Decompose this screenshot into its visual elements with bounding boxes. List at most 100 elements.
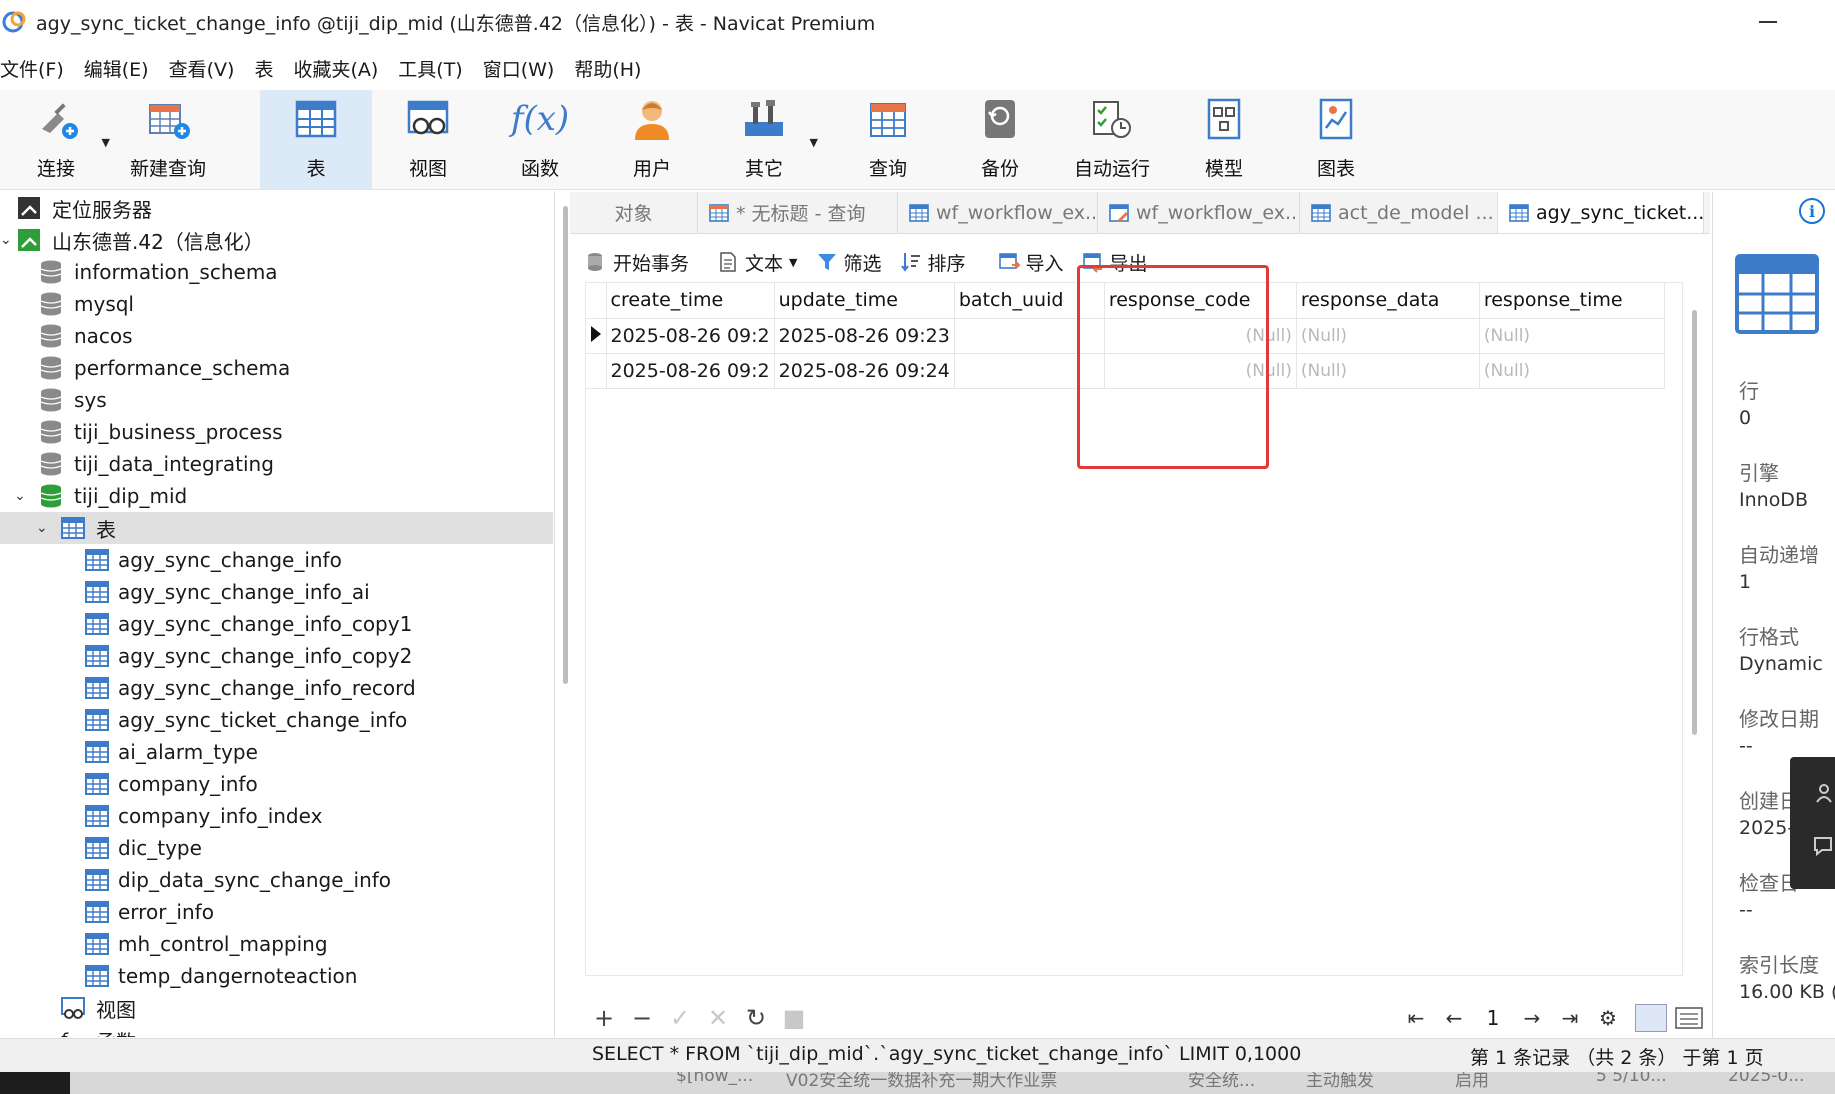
page-number[interactable]: 1 <box>1473 1006 1513 1030</box>
table-item[interactable]: error_info <box>0 896 553 928</box>
column-header[interactable]: response_time <box>1479 283 1665 319</box>
table-item[interactable]: agy_sync_ticket_change_info <box>0 704 553 736</box>
tab-act-de-model[interactable]: act_de_model ... <box>1300 192 1498 233</box>
views-node[interactable]: 视图 <box>0 992 553 1024</box>
table-item[interactable]: mh_control_mapping <box>0 928 553 960</box>
chevron-down-icon[interactable]: ⌄ <box>0 232 12 248</box>
table-item[interactable]: agy_sync_change_info_copy2 <box>0 640 553 672</box>
current-row-indicator[interactable] <box>586 318 607 354</box>
chevron-down-icon[interactable]: ▼ <box>102 136 110 149</box>
user-button[interactable]: 用户 <box>596 90 708 189</box>
sidebar-scrollbar[interactable] <box>563 206 568 684</box>
chevron-down-icon[interactable]: ▼ <box>810 136 818 149</box>
backup-button[interactable]: 备份 <box>944 90 1056 189</box>
menu-edit[interactable]: 编辑(E) <box>84 55 158 82</box>
functions-node[interactable]: f 函数 <box>0 1024 553 1038</box>
text-button[interactable]: 文本 ▼ <box>717 249 798 276</box>
delete-record-icon[interactable]: − <box>623 1004 661 1032</box>
view-button[interactable]: 视图 <box>372 90 484 189</box>
tables-node[interactable]: ⌄ 表 <box>0 512 553 544</box>
menu-tools[interactable]: 工具(T) <box>398 55 471 82</box>
column-header[interactable]: create_time <box>606 283 775 319</box>
menu-help[interactable]: 帮助(H) <box>574 55 650 82</box>
cell[interactable]: (Null) <box>1296 353 1480 389</box>
cell[interactable]: 2025-08-26 09:2 <box>606 353 775 389</box>
database-item[interactable]: information_schema <box>0 256 553 288</box>
connect-button[interactable]: 连接 ▼ <box>0 90 112 189</box>
floating-side-widget[interactable] <box>1790 757 1835 889</box>
table-item[interactable]: dip_data_sync_change_info <box>0 864 553 896</box>
cell[interactable]: (Null) <box>1479 353 1665 389</box>
next-page-icon[interactable]: → <box>1513 1006 1551 1030</box>
discard-x-icon[interactable]: ✕ <box>699 1004 737 1032</box>
refresh-icon[interactable]: ↻ <box>737 1004 775 1032</box>
connection-item[interactable]: ⌄ 山东德普.42（信息化） <box>0 224 553 256</box>
chart-button[interactable]: 图表 <box>1280 90 1392 189</box>
database-icon <box>40 452 62 476</box>
function-button[interactable]: f(x) 函数 <box>484 90 596 189</box>
model-button[interactable]: 模型 <box>1168 90 1280 189</box>
plug-icon <box>31 94 81 144</box>
status-bar: SELECT * FROM `tiji_dip_mid`.`agy_sync_t… <box>0 1038 1835 1072</box>
gear-icon[interactable]: ⚙ <box>1589 1006 1627 1030</box>
begin-transaction-button[interactable]: 开始事务 <box>585 249 689 276</box>
table-item[interactable]: temp_dangernoteaction <box>0 960 553 992</box>
menu-file[interactable]: 文件(F) <box>0 55 73 82</box>
table-item[interactable]: agy_sync_change_info_copy1 <box>0 608 553 640</box>
add-record-icon[interactable]: + <box>585 1004 623 1032</box>
table-item[interactable]: company_info_index <box>0 800 553 832</box>
column-header[interactable]: update_time <box>774 283 955 319</box>
tab-wf-workflow-2[interactable]: wf_workflow_ex... <box>1098 192 1300 233</box>
locate-server-item[interactable]: 定位服务器 <box>0 192 553 224</box>
menu-view[interactable]: 查看(V) <box>169 55 244 82</box>
table-item[interactable]: agy_sync_change_info_ai <box>0 576 553 608</box>
menu-favorites[interactable]: 收藏夹(A) <box>293 55 387 82</box>
table-icon <box>85 581 109 603</box>
database-item[interactable]: nacos <box>0 320 553 352</box>
table-button[interactable]: 表 <box>260 90 372 189</box>
database-item[interactable]: mysql <box>0 288 553 320</box>
tab-agy-sync-ticket[interactable]: agy_sync_ticket... <box>1498 192 1704 233</box>
menu-window[interactable]: 窗口(W) <box>483 55 564 82</box>
new-query-button[interactable]: 新建查询 <box>112 90 224 189</box>
menu-table[interactable]: 表 <box>254 55 282 82</box>
tab-wf-workflow-1[interactable]: wf_workflow_ex... <box>898 192 1098 233</box>
prev-page-icon[interactable]: ← <box>1435 1006 1473 1030</box>
cell[interactable]: (Null) <box>1296 318 1480 354</box>
table-item[interactable]: company_info <box>0 768 553 800</box>
database-item[interactable]: tiji_business_process <box>0 416 553 448</box>
cell[interactable]: 2025-08-26 09:24 <box>774 353 955 389</box>
grid-view-icon[interactable] <box>1635 1004 1667 1032</box>
cell[interactable]: 2025-08-26 09:2 <box>606 318 775 354</box>
query-button[interactable]: 查询 <box>832 90 944 189</box>
table-item[interactable]: agy_sync_change_info_record <box>0 672 553 704</box>
table-item[interactable]: dic_type <box>0 832 553 864</box>
first-page-icon[interactable]: ⇤ <box>1397 1006 1435 1030</box>
last-page-icon[interactable]: ⇥ <box>1551 1006 1589 1030</box>
database-item[interactable]: performance_schema <box>0 352 553 384</box>
auto-run-button[interactable]: 自动运行 <box>1056 90 1168 189</box>
minimize-button[interactable] <box>1751 10 1785 34</box>
column-header[interactable]: response_data <box>1296 283 1480 319</box>
import-button[interactable]: 导入 <box>998 249 1064 276</box>
database-item[interactable]: ⌄ tiji_dip_mid <box>0 480 553 512</box>
chevron-down-icon[interactable]: ⌄ <box>14 488 26 504</box>
tab-untitled-query[interactable]: * 无标题 - 查询 <box>698 192 898 233</box>
table-item[interactable]: ai_alarm_type <box>0 736 553 768</box>
chevron-down-icon[interactable]: ⌄ <box>36 520 48 536</box>
info-icon[interactable]: i <box>1799 198 1825 224</box>
cell[interactable]: (Null) <box>1479 318 1665 354</box>
database-item[interactable]: sys <box>0 384 553 416</box>
database-item[interactable]: tiji_data_integrating <box>0 448 553 480</box>
stop-icon[interactable]: ■ <box>775 1004 813 1032</box>
form-view-icon[interactable] <box>1673 1004 1705 1032</box>
apply-check-icon[interactable]: ✓ <box>661 1004 699 1032</box>
table-item[interactable]: agy_sync_change_info <box>0 544 553 576</box>
row-header[interactable] <box>586 353 607 389</box>
sort-button[interactable]: 排序 <box>900 249 966 276</box>
cell[interactable]: 2025-08-26 09:23 <box>774 318 955 354</box>
tab-objects[interactable]: 对象 <box>570 192 698 233</box>
other-button[interactable]: 其它 ▼ <box>708 90 820 189</box>
grid-scrollbar[interactable] <box>1692 310 1697 735</box>
filter-button[interactable]: 筛选 <box>816 249 882 276</box>
